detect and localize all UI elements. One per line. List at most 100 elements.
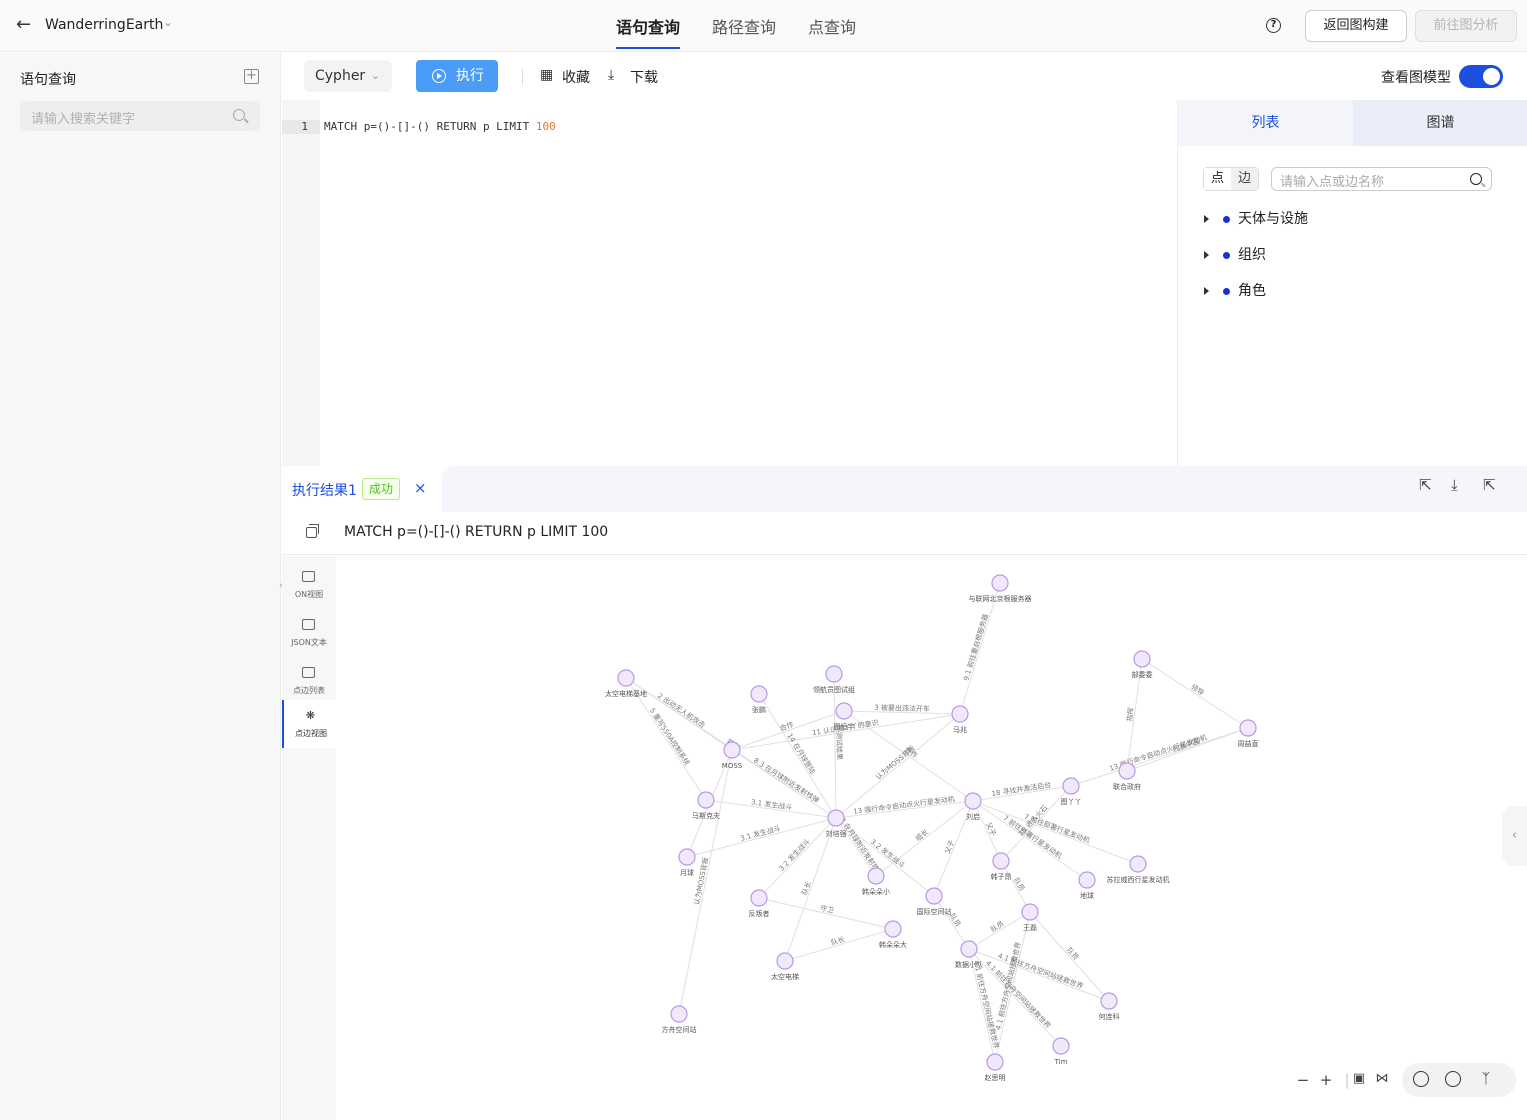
graph-edge[interactable] <box>784 928 894 962</box>
graph-node-circle[interactable] <box>776 952 794 970</box>
graph-node[interactable]: 韩朵朵小 <box>862 867 890 896</box>
graph-node-circle[interactable] <box>1100 992 1118 1010</box>
graph-edge[interactable] <box>968 948 1110 1002</box>
graph-node[interactable]: 周喆直 <box>1238 719 1259 748</box>
graph-edge[interactable] <box>678 749 733 1015</box>
search-icon[interactable] <box>1470 173 1482 185</box>
zoom-in-icon[interactable]: + <box>1316 1071 1336 1089</box>
graph-node-circle[interactable] <box>964 792 982 810</box>
chevron-down-icon[interactable]: ⌄ <box>163 15 173 29</box>
graph-node-circle[interactable] <box>825 665 843 683</box>
graph-node-circle[interactable] <box>1078 871 1096 889</box>
download-icon[interactable]: ⤓ <box>608 67 614 83</box>
schema-item-role[interactable]: 角色 <box>1204 280 1266 300</box>
model-toggle[interactable] <box>1459 65 1503 88</box>
result-tab[interactable]: 执行结果1 <box>292 480 357 500</box>
graph-node-circle[interactable] <box>991 574 1009 592</box>
graph-node[interactable]: 韩子昂 <box>991 852 1012 881</box>
graph-node[interactable]: 领航员图试组 <box>813 665 855 694</box>
tab-path-query[interactable]: 路径查询 <box>712 14 776 38</box>
graph-node[interactable]: Tim <box>1052 1037 1070 1066</box>
copy-icon[interactable] <box>306 524 319 538</box>
schema-item-org[interactable]: 组织 <box>1204 244 1266 264</box>
graph-node-circle[interactable] <box>697 791 715 809</box>
graph-node[interactable]: 国际空间站 <box>917 887 952 916</box>
graph-node-circle[interactable] <box>1239 719 1257 737</box>
graph-node-circle[interactable] <box>925 887 943 905</box>
graph-edge[interactable] <box>1141 658 1249 729</box>
schema-search-input[interactable]: 请输入点或边名称 <box>1271 167 1492 191</box>
shrink-icon[interactable]: ⋈ <box>1372 1071 1392 1086</box>
graph-node-circle[interactable] <box>723 741 741 759</box>
graph-node[interactable]: 苏拉威西行星发动机 <box>1107 855 1170 884</box>
graph-edge[interactable] <box>731 713 961 751</box>
graph-node[interactable]: 数据小队 <box>955 940 983 969</box>
view-node-edge-list[interactable]: 点边列表 <box>282 657 336 705</box>
graph-node[interactable]: 王磊 <box>1021 903 1039 932</box>
graph-node[interactable]: 马兆 <box>951 705 969 734</box>
code-line[interactable]: MATCH p=()-[]-() RETURN p LIMIT 100 <box>324 120 556 134</box>
graph-node-circle[interactable] <box>827 809 845 827</box>
graph-node-circle[interactable] <box>867 867 885 885</box>
export-icon[interactable]: ⇱ <box>1419 476 1432 494</box>
graph-canvas[interactable]: 9.1 前往重启根服务器2 出动无人机攻击14 在月球登陆控制5 重写550A控… <box>336 556 1527 1120</box>
close-icon[interactable]: × <box>414 479 427 497</box>
graph-node-circle[interactable] <box>750 889 768 907</box>
caret-right-icon[interactable] <box>1204 251 1209 259</box>
graph-edge[interactable] <box>686 817 837 858</box>
graph-node-circle[interactable] <box>992 852 1010 870</box>
arrow-left-icon[interactable]: ← <box>16 14 31 35</box>
tab-statement-query[interactable]: 语句查询 <box>616 14 680 38</box>
plus-square-icon[interactable]: + <box>244 69 259 84</box>
download-button[interactable]: 下载 <box>630 67 658 87</box>
graph-edge[interactable] <box>758 693 837 819</box>
graph-node-circle[interactable] <box>750 685 768 703</box>
chevron-left-icon[interactable]: ‹ <box>1502 806 1527 866</box>
seg-node[interactable]: 点 <box>1204 168 1231 190</box>
graph-node[interactable]: 张鹏 <box>750 685 768 714</box>
help-icon[interactable]: ? <box>1266 18 1281 33</box>
fullscreen-icon[interactable]: ⇱ <box>1483 476 1496 494</box>
download-icon[interactable]: ⤓ <box>1451 476 1458 494</box>
back-to-build-button[interactable]: 返回图构建 <box>1305 10 1407 42</box>
graph-node-circle[interactable] <box>1118 762 1136 780</box>
graph-svg[interactable]: 9.1 前往重启根服务器2 出动无人机攻击14 在月球登陆控制5 重写550A控… <box>336 556 1527 1120</box>
graph-node[interactable]: 韩朵朵大 <box>879 920 907 949</box>
graph-node[interactable]: 地球 <box>1078 871 1096 900</box>
seg-edge[interactable]: 边 <box>1231 168 1258 190</box>
graph-node[interactable]: 太空电梯 <box>771 952 799 981</box>
graph-node-circle[interactable] <box>670 1005 688 1023</box>
graph-node[interactable]: 与联网北京根服务器 <box>969 574 1032 603</box>
graph-node-circle[interactable] <box>835 702 853 720</box>
graph-edge[interactable] <box>758 897 894 930</box>
graph-node[interactable]: 反叛者 <box>749 889 770 918</box>
view-json-text[interactable]: JSON文本 <box>282 609 336 657</box>
graph-node-circle[interactable] <box>678 848 696 866</box>
graph-edge[interactable] <box>875 800 974 877</box>
graph-node[interactable]: MOSS <box>722 741 743 770</box>
graph-edge[interactable] <box>1029 911 1110 1002</box>
graph-node-circle[interactable] <box>1062 777 1080 795</box>
tab-graph[interactable]: 图谱 <box>1353 100 1527 146</box>
tab-node-query[interactable]: 点查询 <box>808 14 856 38</box>
graph-edge[interactable] <box>784 817 837 962</box>
graph-node[interactable]: 太空电梯基地 <box>605 669 647 698</box>
graph-node[interactable]: 月球 <box>678 848 696 877</box>
caret-right-icon[interactable] <box>1204 287 1209 295</box>
schema-item-celestial[interactable]: 天体与设施 <box>1204 208 1308 228</box>
graph-node-circle[interactable] <box>960 940 978 958</box>
graph-node-circle[interactable] <box>1133 650 1151 668</box>
sidebar-search-input[interactable]: 请输入搜索关键字 <box>20 101 260 131</box>
graph-node[interactable]: 赵思明 <box>985 1053 1006 1082</box>
fit-view-icon[interactable]: ▣ <box>1349 1071 1369 1086</box>
graph-node-circle[interactable] <box>986 1053 1004 1071</box>
branch-icon[interactable]: ᛉ <box>1478 1071 1494 1087</box>
node-edge-switch[interactable]: 点边 <box>1203 167 1259 191</box>
language-select[interactable]: Cypher ⌄ <box>304 60 392 92</box>
zoom-out-icon[interactable]: − <box>1293 1071 1313 1089</box>
view-node-edge-graph[interactable]: ❋ 点边视图 <box>282 700 336 748</box>
graph-node[interactable]: 方舟空间站 <box>662 1005 697 1034</box>
graph-edge[interactable] <box>933 895 970 950</box>
graph-node-circle[interactable] <box>1129 855 1147 873</box>
graph-edge[interactable] <box>972 800 1088 881</box>
